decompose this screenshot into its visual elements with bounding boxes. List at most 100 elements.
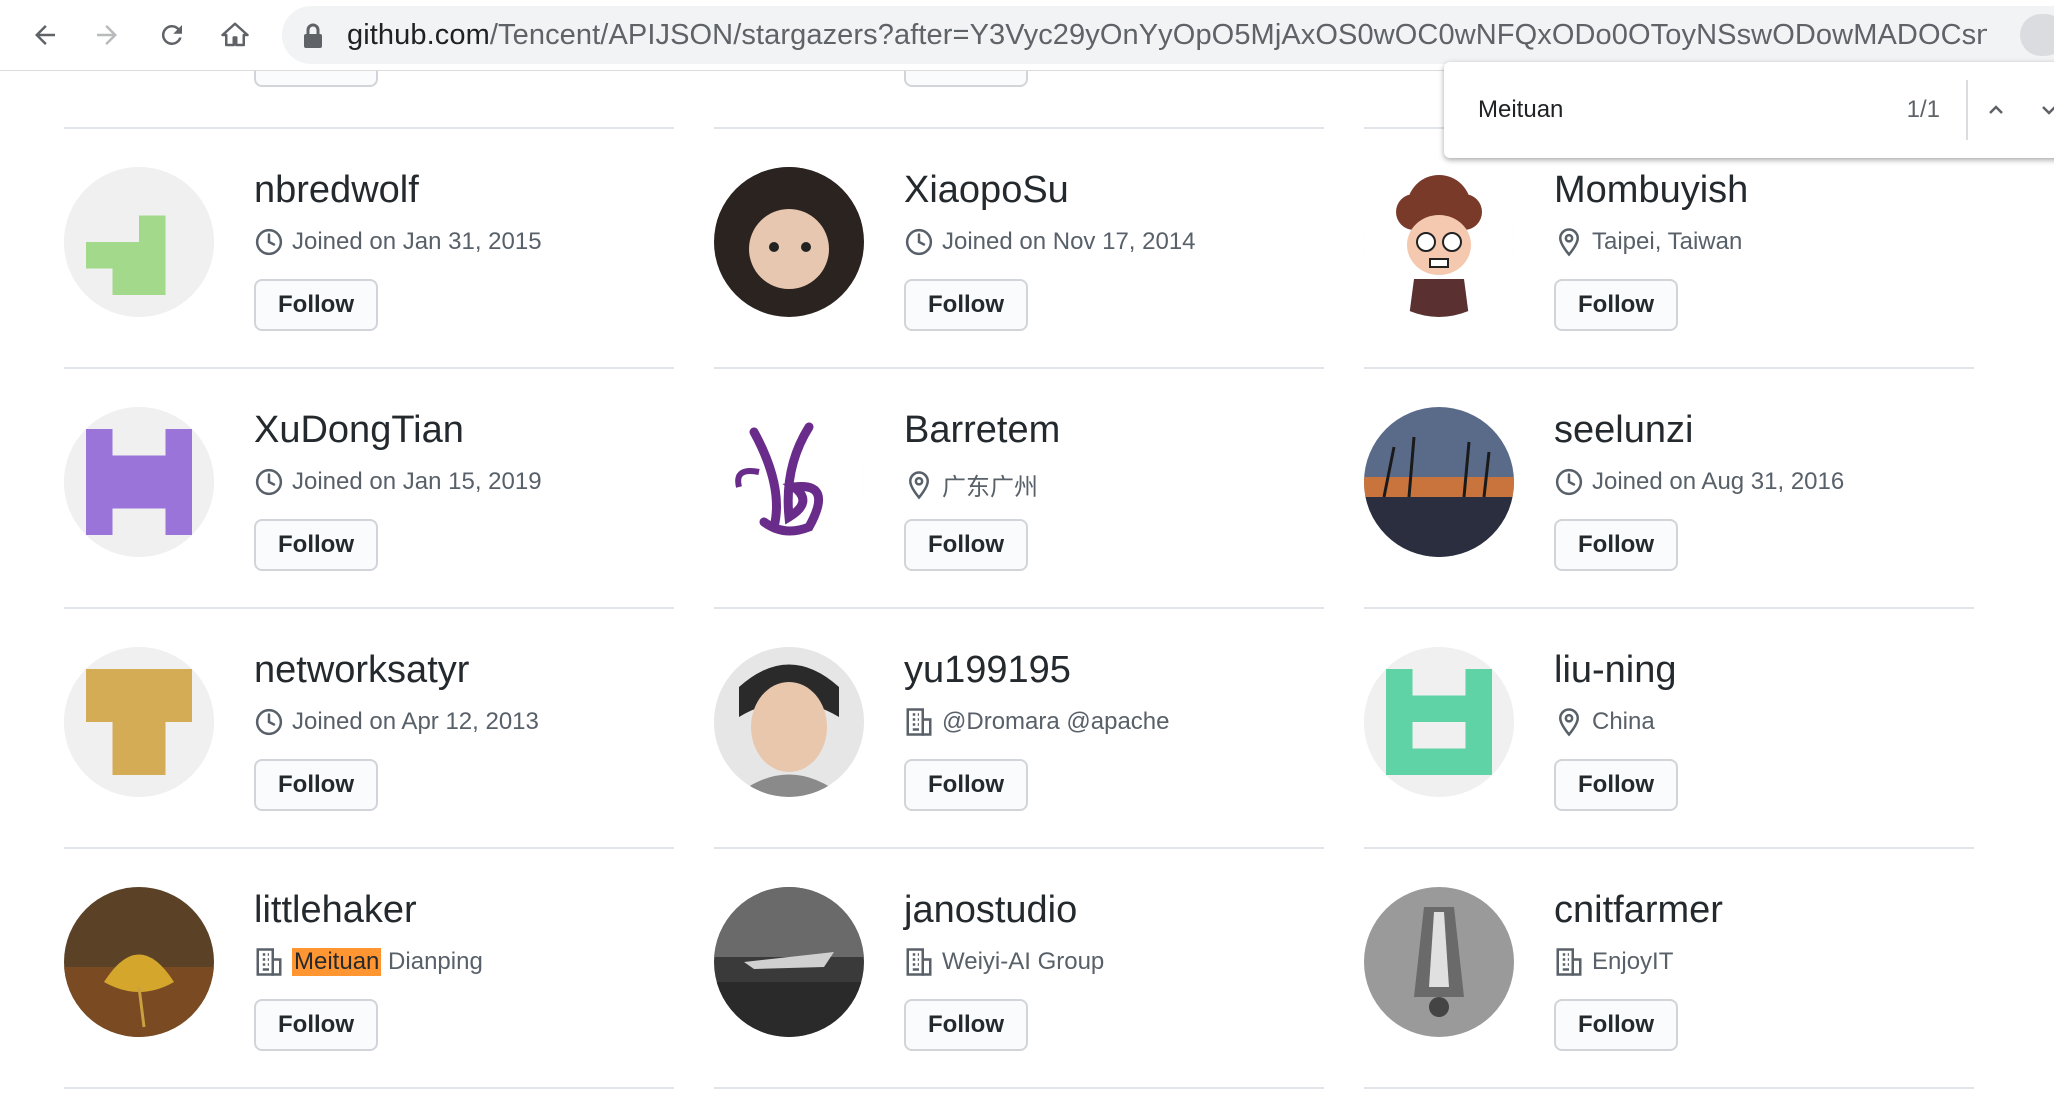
- row-divider: [714, 607, 1324, 609]
- url-path: /Tencent/APIJSON/stargazers?after=Y3Vyc2…: [489, 19, 1987, 51]
- back-button[interactable]: [20, 10, 70, 60]
- clock-icon: [254, 227, 284, 257]
- stargazer-card: XiaopoSu Joined on Nov 17, 2014 Follow: [714, 167, 1334, 367]
- avatar[interactable]: [64, 647, 214, 797]
- building-icon: [254, 947, 284, 977]
- username-link[interactable]: liu-ning: [1554, 649, 1677, 692]
- find-separator: [1966, 80, 1968, 140]
- find-input[interactable]: [1478, 90, 1858, 130]
- username-link[interactable]: networksatyr: [254, 649, 469, 692]
- stargazer-card: nbredwolf Joined on Jan 31, 2015 Follow: [64, 167, 684, 367]
- avatar[interactable]: [1364, 167, 1514, 317]
- username-link[interactable]: nbredwolf: [254, 169, 419, 212]
- follow-button[interactable]: Follow: [904, 279, 1028, 331]
- row-divider: [64, 1087, 674, 1089]
- username-link[interactable]: XuDongTian: [254, 409, 464, 452]
- find-match-count: 1/1: [1906, 96, 1940, 123]
- user-meta: Joined on Jan 15, 2019: [254, 467, 542, 497]
- user-meta-text: 广东广州: [942, 474, 1038, 501]
- username-link[interactable]: janostudio: [904, 889, 1077, 932]
- user-meta: 广东广州: [904, 467, 1038, 502]
- follow-button[interactable]: Follow: [1554, 759, 1678, 811]
- row-divider: [714, 367, 1324, 369]
- user-meta-text: Joined on Apr 12, 2013: [292, 708, 539, 735]
- username-link[interactable]: Barretem: [904, 409, 1060, 452]
- user-meta-text: Joined on Jan 31, 2015: [292, 228, 542, 255]
- avatar[interactable]: [1364, 647, 1514, 797]
- follow-button[interactable]: Follow: [254, 999, 378, 1051]
- follow-button[interactable]: Follow: [254, 71, 378, 87]
- clock-icon: [904, 227, 934, 257]
- avatar[interactable]: [1364, 887, 1514, 1037]
- find-previous-button[interactable]: [1976, 90, 2016, 130]
- avatar[interactable]: [714, 167, 864, 317]
- row-divider: [714, 1087, 1324, 1089]
- avatar[interactable]: [1364, 407, 1514, 557]
- avatar[interactable]: [714, 887, 864, 1037]
- user-meta-text: Joined on Jan 15, 2019: [292, 468, 542, 495]
- stargazer-card: networksatyr Joined on Apr 12, 2013 Follow: [64, 647, 684, 847]
- avatar[interactable]: [714, 647, 864, 797]
- clock-icon: [254, 467, 284, 497]
- follow-button[interactable]: Follow: [904, 999, 1028, 1051]
- user-meta-text: @Dromara @apache: [942, 708, 1170, 735]
- find-next-button[interactable]: [2029, 90, 2054, 130]
- home-icon: [221, 22, 249, 47]
- follow-button[interactable]: Follow: [254, 519, 378, 571]
- row-divider: [64, 367, 674, 369]
- avatar[interactable]: [714, 407, 864, 557]
- user-meta: China: [1554, 707, 1655, 737]
- user-meta: Taipei, Taiwan: [1554, 227, 1742, 257]
- find-highlight: Meituan: [292, 948, 382, 976]
- username-link[interactable]: XiaopoSu: [904, 169, 1069, 212]
- browser-toolbar: github.com/Tencent/APIJSON/stargazers?af…: [0, 0, 2054, 71]
- row-divider: [1364, 1087, 1974, 1089]
- follow-button[interactable]: Follow: [904, 759, 1028, 811]
- follow-button[interactable]: Follow: [904, 519, 1028, 571]
- avatar[interactable]: [64, 887, 214, 1037]
- stargazer-card: Mombuyish Taipei, Taiwan Follow: [1364, 167, 1984, 367]
- user-meta: EnjoyIT: [1554, 947, 1673, 977]
- user-meta-text: China: [1592, 708, 1655, 735]
- stargazer-card: seelunzi Joined on Aug 31, 2016 Follow: [1364, 407, 1984, 607]
- location-icon: [904, 470, 934, 500]
- follow-button[interactable]: Follow: [254, 279, 378, 331]
- building-icon: [904, 707, 934, 737]
- username-link[interactable]: seelunzi: [1554, 409, 1693, 452]
- reload-button[interactable]: [147, 10, 197, 60]
- lock-icon: [304, 23, 322, 48]
- user-meta: Joined on Jan 31, 2015: [254, 227, 542, 257]
- username-link[interactable]: littlehaker: [254, 889, 417, 932]
- username-link[interactable]: Mombuyish: [1554, 169, 1748, 212]
- address-bar[interactable]: github.com/Tencent/APIJSON/stargazers?af…: [282, 6, 2054, 64]
- row-divider: [1364, 607, 1974, 609]
- stargazer-card: cnitfarmer EnjoyIT Follow: [1364, 887, 1984, 1087]
- clock-icon: [1554, 467, 1584, 497]
- user-meta: Joined on Nov 17, 2014: [904, 227, 1196, 257]
- forward-button[interactable]: [82, 10, 132, 60]
- extension-button[interactable]: [2020, 14, 2054, 56]
- avatar[interactable]: [64, 407, 214, 557]
- follow-button[interactable]: Follow: [904, 71, 1028, 87]
- arrow-left-icon: [35, 25, 55, 45]
- chevron-up-icon: [1989, 105, 2003, 114]
- follow-button[interactable]: Follow: [254, 759, 378, 811]
- username-link[interactable]: cnitfarmer: [1554, 889, 1723, 932]
- location-icon: [1554, 707, 1584, 737]
- clock-icon: [254, 707, 284, 737]
- row-divider: [64, 607, 674, 609]
- follow-button[interactable]: Follow: [1554, 999, 1678, 1051]
- user-meta-text: Weiyi-AI Group: [942, 948, 1105, 975]
- stargazer-card: yu199195 @Dromara @apache Follow: [714, 647, 1334, 847]
- row-divider: [1364, 847, 1974, 849]
- chevron-down-icon: [2042, 106, 2054, 115]
- user-meta: Meituan Dianping: [254, 947, 483, 977]
- home-button[interactable]: [210, 10, 260, 60]
- avatar[interactable]: [64, 167, 214, 317]
- stargazers-grid: Follow Follow nbredwolf Joined on Jan 31,…: [0, 71, 2054, 1094]
- user-meta: Joined on Apr 12, 2013: [254, 707, 539, 737]
- user-meta: Weiyi-AI Group: [904, 947, 1104, 977]
- username-link[interactable]: yu199195: [904, 649, 1071, 692]
- follow-button[interactable]: Follow: [1554, 279, 1678, 331]
- follow-button[interactable]: Follow: [1554, 519, 1678, 571]
